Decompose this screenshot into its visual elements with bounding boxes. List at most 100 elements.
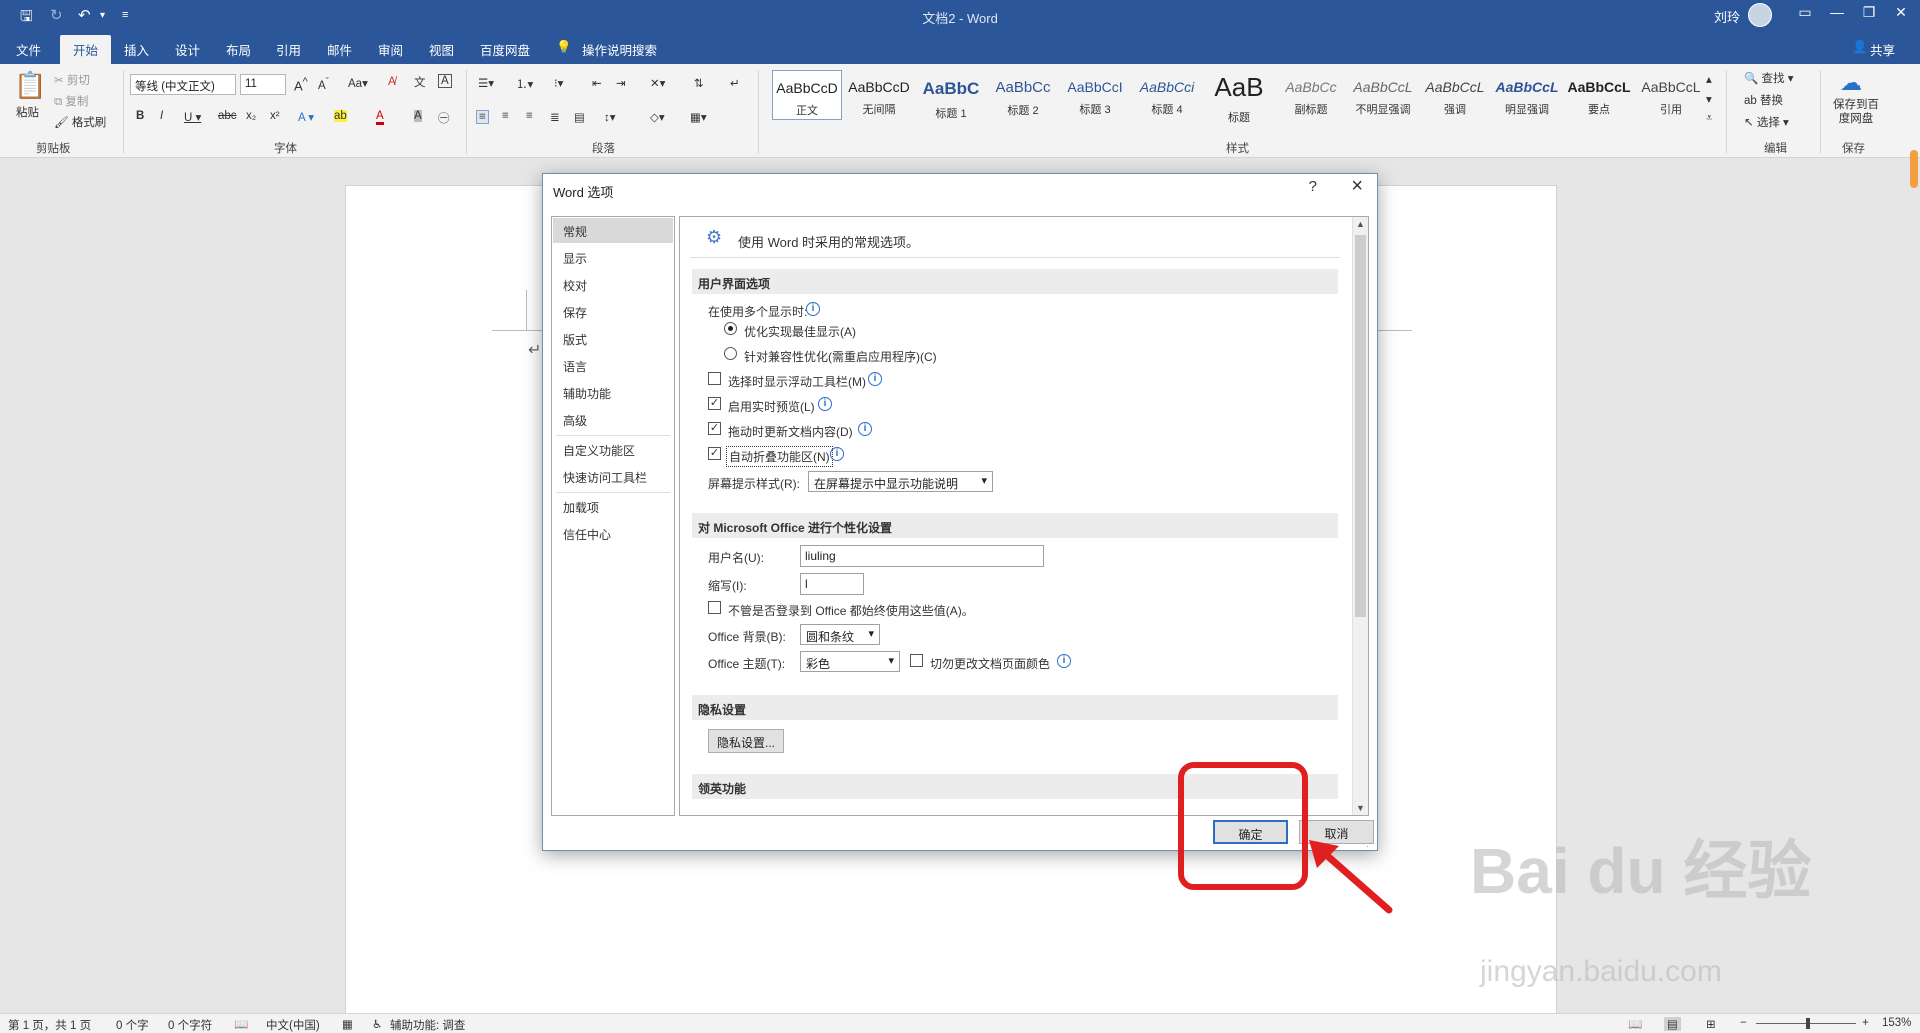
replace-button[interactable]: ab 替换 [1744, 92, 1783, 108]
align-left-icon[interactable]: ≡ [476, 110, 489, 124]
document-scroll-thumb[interactable] [1910, 150, 1918, 188]
help-icon[interactable]: ? [1309, 178, 1317, 195]
find-button[interactable]: 🔍 查找 ▾ [1744, 70, 1794, 86]
proofing-icon[interactable]: 📖 [234, 1017, 248, 1031]
cut-button[interactable]: ✂ 剪切 [54, 72, 90, 88]
radio-compat-display[interactable] [724, 347, 737, 360]
style-item[interactable]: AaBbCcL 不明显强调 [1348, 70, 1418, 120]
line-spacing-icon[interactable]: ↕▾ [604, 110, 616, 124]
share-button[interactable]: 共享 [1870, 40, 1895, 59]
tab-mailings[interactable]: 邮件 [327, 40, 352, 59]
macro-icon[interactable]: ▦ [342, 1017, 353, 1031]
radio-optimize-label[interactable]: 优化实现最佳显示(A) [744, 323, 856, 340]
scroll-down-icon[interactable]: ▼ [1356, 803, 1365, 813]
multilevel-list-icon[interactable]: ⁝▾ [554, 76, 563, 90]
gallery-more-icon[interactable]: ⩡ [1706, 112, 1713, 125]
italic-icon[interactable]: I [160, 110, 163, 122]
initials-input[interactable]: l [800, 573, 864, 595]
collapse-ribbon-label[interactable]: 自动折叠功能区(N) [726, 446, 833, 467]
live-preview-label[interactable]: 启用实时预览(L) [728, 398, 815, 415]
align-center-icon[interactable]: ≡ [502, 110, 509, 122]
style-item[interactable]: AaBbC 标题 1 [916, 70, 986, 120]
font-name-combo[interactable]: 等线 (中文正文) [130, 74, 236, 95]
close-window-icon[interactable]: ✕ [1886, 4, 1916, 21]
char-shading-icon[interactable]: A [414, 110, 422, 122]
strikethrough-icon[interactable]: abc [218, 110, 237, 122]
style-item[interactable]: AaBbCcL 引用 [1636, 70, 1706, 120]
tab-insert[interactable]: 插入 [124, 40, 149, 59]
restore-icon[interactable]: ❐ [1854, 4, 1884, 21]
tab-file[interactable]: 文件 [16, 40, 41, 59]
nav-customize-ribbon[interactable]: 自定义功能区 [553, 437, 673, 462]
zoom-out-icon[interactable]: − [1740, 1017, 1747, 1029]
zoom-in-icon[interactable]: + [1862, 1017, 1869, 1029]
nav-advanced[interactable]: 高级 [553, 407, 673, 432]
mini-toolbar-checkbox[interactable] [708, 372, 721, 385]
char-border-icon[interactable]: A [438, 74, 452, 88]
never-change-checkbox[interactable] [910, 654, 923, 667]
accessibility-status[interactable]: 辅助功能: 调查 [390, 1017, 465, 1033]
ribbon-display-icon[interactable]: ▭ [1790, 4, 1820, 21]
language[interactable]: 中文(中国) [266, 1017, 320, 1033]
username-input[interactable]: liuling [800, 545, 1044, 567]
show-marks-icon[interactable]: ↵ [730, 76, 740, 90]
text-effects-icon[interactable]: A ▾ [298, 110, 314, 124]
tab-references[interactable]: 引用 [276, 40, 301, 59]
style-item[interactable]: AaBbCcD 正文 [772, 70, 842, 120]
gallery-down-icon[interactable]: ▾ [1706, 92, 1712, 106]
style-item[interactable]: AaBbCcL 强调 [1420, 70, 1490, 120]
update-drag-checkbox[interactable]: ✓ [708, 422, 721, 435]
superscript-icon[interactable]: x² [270, 110, 280, 122]
nav-general[interactable]: 常规 [553, 218, 673, 243]
char-count[interactable]: 0 个字符 [168, 1017, 212, 1033]
options-scroll-thumb[interactable] [1355, 235, 1366, 617]
zoom-slider-thumb[interactable] [1806, 1018, 1810, 1029]
always-use-label[interactable]: 不管是否登录到 Office 都始终使用这些值(A)。 [728, 602, 974, 619]
page-count[interactable]: 第 1 页，共 1 页 [8, 1017, 91, 1033]
nav-add-ins[interactable]: 加载项 [553, 494, 673, 519]
clear-format-icon[interactable]: A̸ [388, 76, 396, 88]
phonetic-guide-icon[interactable]: 文 [414, 74, 426, 90]
document-scrollbar[interactable] [1910, 158, 1920, 1013]
tab-baidu-netdisk[interactable]: 百度网盘 [480, 40, 530, 59]
distributed-icon[interactable]: ▤ [574, 110, 585, 124]
numbering-icon[interactable]: ⒈▾ [516, 76, 533, 92]
avatar[interactable] [1748, 3, 1772, 27]
decrease-indent-icon[interactable]: ⇤ [592, 76, 602, 90]
baidu-netdisk-icon[interactable]: ☁ [1840, 70, 1862, 96]
radio-compat-label[interactable]: 针对兼容性优化(需重启应用程序)(C) [744, 348, 937, 365]
font-color-icon[interactable]: A [376, 110, 384, 125]
borders-icon[interactable]: ▦▾ [690, 110, 707, 124]
style-item[interactable]: AaBbCc 副标题 [1276, 70, 1346, 120]
style-item[interactable]: AaBbCci 标题 4 [1132, 70, 1202, 120]
bullets-icon[interactable]: ☰▾ [478, 76, 494, 90]
nav-trust-center[interactable]: 信任中心 [553, 521, 673, 546]
copy-button[interactable]: ⧉ 复制 [54, 93, 88, 109]
always-use-checkbox[interactable] [708, 601, 721, 614]
highlight-icon[interactable]: ab [334, 110, 347, 122]
tab-design[interactable]: 设计 [175, 40, 200, 59]
nav-layout[interactable]: 版式 [553, 326, 673, 351]
web-layout-icon[interactable]: ⊞ [1706, 1017, 1716, 1031]
never-change-label[interactable]: 切勿更改文档页面颜色 [930, 655, 1050, 672]
nav-proofing[interactable]: 校对 [553, 272, 673, 297]
tab-review[interactable]: 审阅 [378, 40, 403, 59]
paste-button[interactable]: 粘贴 [16, 104, 39, 120]
read-mode-icon[interactable]: 📖 [1628, 1017, 1642, 1031]
shading-icon[interactable]: ◇▾ [650, 110, 665, 124]
format-painter-button[interactable]: 🖌 格式刷 [54, 114, 106, 130]
save-to-baidu-button[interactable]: 保存到百度网盘 [1828, 98, 1884, 126]
style-item[interactable]: AaBbCcL 明显强调 [1492, 70, 1562, 120]
close-icon[interactable]: × [1351, 175, 1363, 198]
underline-icon[interactable]: U ▾ [184, 110, 201, 124]
font-size-combo[interactable]: 11 [240, 74, 286, 95]
style-item[interactable]: AaBbCcD 无间隔 [844, 70, 914, 120]
font-shrink-icon[interactable]: Aˇ [318, 76, 329, 92]
enclosed-char-icon[interactable]: ㊀ [438, 110, 450, 126]
align-right-icon[interactable]: ≡ [526, 110, 533, 122]
style-item[interactable]: AaBbCcI 标题 3 [1060, 70, 1130, 120]
mini-toolbar-label[interactable]: 选择时显示浮动工具栏(M) [728, 373, 866, 390]
word-count[interactable]: 0 个字 [116, 1017, 149, 1033]
sort-icon[interactable]: ⇅ [694, 76, 704, 90]
subscript-icon[interactable]: x₂ [246, 110, 256, 122]
